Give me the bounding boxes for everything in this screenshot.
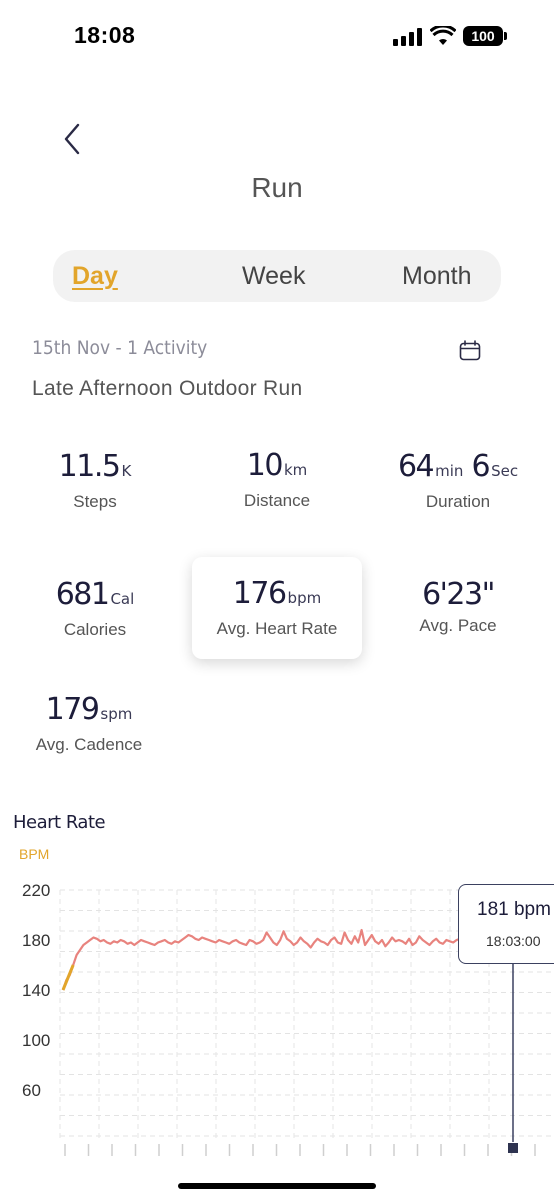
tab-week[interactable]: Week [242,262,305,291]
steps-unit: K [121,462,132,480]
stat-steps: 11.5 K Steps [10,450,180,512]
tab-month[interactable]: Month [402,262,471,291]
distance-unit: km [283,461,308,479]
stat-calories: 681 Cal Calories [10,578,180,640]
distance-value: 10 [246,448,284,483]
date-activity-count: 15th Nov - 1 Activity [32,337,208,359]
heart-rate-label: Avg. Heart Rate [216,619,338,638]
back-chevron-icon[interactable] [60,122,84,156]
duration-seconds-unit: Sec [491,462,519,480]
chart-y-unit-label: BPM [19,846,50,862]
cadence-value: 179 [45,692,100,727]
calories-value: 681 [55,577,110,612]
chart-tooltip: 181 bpm 18:03:00 [458,884,554,964]
page-title: Run [251,172,303,203]
chart-cursor-marker [508,1143,518,1153]
y-tick-label: 180 [22,931,50,950]
calories-unit: Cal [110,590,135,608]
status-time: 18:08 [74,22,136,48]
distance-label: Distance [243,491,311,510]
battery-indicator: 100 [463,26,507,46]
y-tick-label: 140 [22,981,50,1000]
duration-seconds-value: 6 [471,449,490,484]
heart-rate-value: 176 [232,576,287,611]
cadence-label: Avg. Cadence [35,735,143,754]
pace-label: Avg. Pace [419,616,497,635]
duration-label: Duration [425,492,491,511]
tooltip-time: 18:03:00 [486,933,541,949]
cadence-unit: spm [100,705,133,723]
stat-duration: 64 min 6 Sec Duration [373,450,543,512]
pace-value: 6'23" [422,577,495,612]
stat-cadence: 179 spm Avg. Cadence [4,693,174,755]
stat-pace: 6'23" Avg. Pace [373,578,543,636]
avg-heart-rate-card[interactable]: 176 bpm Avg. Heart Rate [192,557,362,659]
steps-value: 11.5 [58,449,121,484]
stat-distance: 10 km Distance [192,449,362,511]
y-tick-label: 220 [22,881,50,900]
cellular-signal-icon [393,28,422,46]
wifi-icon [430,26,456,45]
calendar-icon[interactable] [459,340,481,361]
period-tabs: Day Week Month [53,250,501,302]
y-tick-label: 60 [22,1081,41,1100]
home-indicator[interactable] [178,1183,376,1189]
heart-rate-unit: bpm [287,589,322,607]
tooltip-value: 181 bpm [477,899,551,920]
y-tick-label: 100 [22,1031,50,1050]
calories-label: Calories [63,620,127,639]
chart-title: Heart Rate [13,812,106,833]
steps-label: Steps [73,492,117,511]
duration-minutes-unit: min [435,462,464,480]
duration-minutes-value: 64 [397,449,435,484]
heart-rate-start-segment [61,964,75,991]
activity-title: Late Afternoon Outdoor Run [32,377,303,400]
heart-rate-series-line [61,928,461,991]
tab-day[interactable]: Day [72,262,118,291]
